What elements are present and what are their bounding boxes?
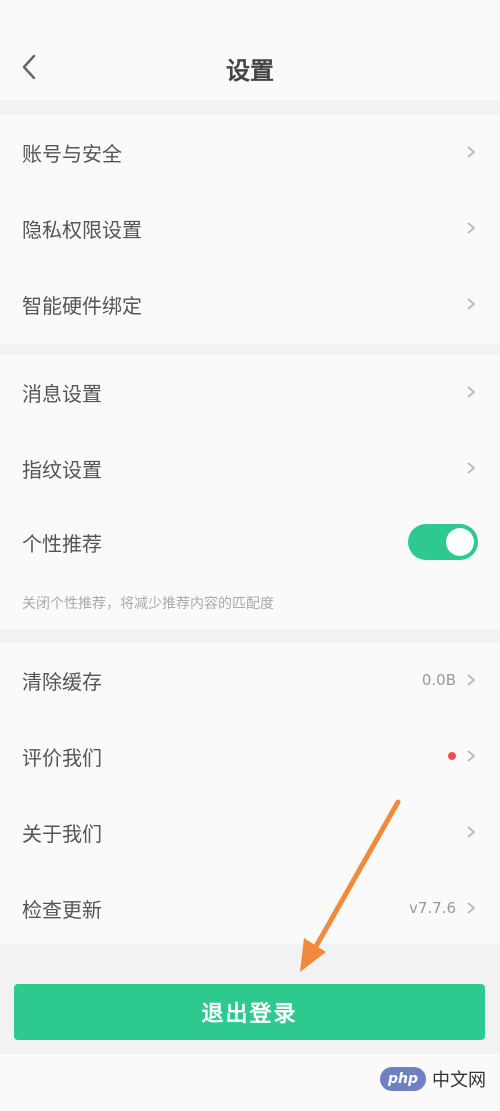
page-title: 设置 xyxy=(226,56,274,85)
chevron-right-icon xyxy=(467,462,476,474)
settings-item-label: 个性推荐 xyxy=(22,531,102,556)
toggle-knob xyxy=(446,528,474,556)
watermark-text: 中文网 xyxy=(432,1070,486,1091)
watermark-logo: php xyxy=(380,1067,426,1091)
chevron-right-icon xyxy=(467,826,476,838)
settings-item-messages[interactable]: 消息设置 xyxy=(0,354,500,430)
settings-item-label: 智能硬件绑定 xyxy=(22,293,142,318)
back-button[interactable] xyxy=(14,52,44,82)
chevron-right-icon xyxy=(467,750,476,762)
settings-item-about-us[interactable]: 关于我们 xyxy=(0,794,500,870)
chevron-right-icon xyxy=(467,674,476,686)
settings-item-label: 检查更新 xyxy=(22,897,102,922)
chevron-right-icon xyxy=(467,902,476,914)
settings-item-fingerprint[interactable]: 指纹设置 xyxy=(0,430,500,506)
settings-item-label: 指纹设置 xyxy=(22,457,102,482)
notification-dot xyxy=(448,752,456,760)
settings-item-smart-hardware[interactable]: 智能硬件绑定 xyxy=(0,266,500,342)
settings-item-privacy[interactable]: 隐私权限设置 xyxy=(0,190,500,266)
chevron-right-icon xyxy=(467,386,476,398)
settings-group-app: 清除缓存 0.0B 评价我们 关于我们 检查更新 v7.7.6 xyxy=(0,642,500,944)
settings-item-label: 隐私权限设置 xyxy=(22,217,142,242)
chevron-left-icon xyxy=(22,54,36,80)
settings-item-clear-cache[interactable]: 清除缓存 0.0B xyxy=(0,642,500,718)
personalized-note: 关闭个性推荐，将减少推荐内容的匹配度 xyxy=(22,596,274,612)
personalized-toggle[interactable] xyxy=(408,524,478,560)
settings-item-check-update[interactable]: 检查更新 v7.7.6 xyxy=(0,870,500,946)
watermark: php 中文网 xyxy=(380,1066,486,1092)
settings-group-preferences: 消息设置 指纹设置 个性推荐 关闭个性推荐，将减少推荐内容的匹配度 xyxy=(0,354,500,630)
nav-bar: 设置 xyxy=(0,36,500,100)
status-bar xyxy=(0,0,500,36)
chevron-right-icon xyxy=(467,146,476,158)
settings-item-account-security[interactable]: 账号与安全 xyxy=(0,114,500,190)
chevron-right-icon xyxy=(467,222,476,234)
chevron-right-icon xyxy=(467,298,476,310)
settings-item-personalized: 个性推荐 xyxy=(0,504,500,580)
settings-item-rate-us[interactable]: 评价我们 xyxy=(0,718,500,794)
settings-item-label: 清除缓存 xyxy=(22,669,102,694)
logout-area: 退出登录 xyxy=(0,944,500,1054)
settings-item-label: 账号与安全 xyxy=(22,141,122,166)
settings-group-account: 账号与安全 隐私权限设置 智能硬件绑定 xyxy=(0,114,500,344)
settings-item-label: 评价我们 xyxy=(22,745,102,770)
settings-item-label: 关于我们 xyxy=(22,821,102,846)
settings-item-label: 消息设置 xyxy=(22,381,102,406)
logout-button[interactable]: 退出登录 xyxy=(14,984,485,1040)
version-label: v7.7.6 xyxy=(408,899,456,917)
cache-size: 0.0B xyxy=(421,671,456,689)
